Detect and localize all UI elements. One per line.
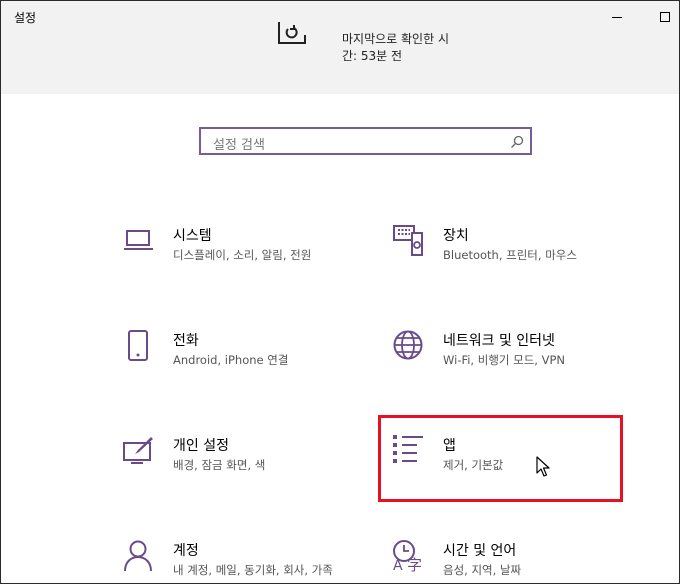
category-desc: 배경, 잠금 화면, 색 bbox=[173, 458, 266, 472]
category-accounts[interactable]: 계정 내 계정, 메일, 동기화, 회사, 가족 bbox=[123, 540, 373, 583]
category-label: 네트워크 및 인터넷 bbox=[443, 333, 555, 349]
globe-icon bbox=[393, 330, 423, 360]
update-status-line1: 마지막으로 확인한 시 bbox=[342, 32, 449, 46]
category-label: 전화 bbox=[173, 333, 199, 349]
update-banner: 설정 마지막으로 확인한 시 간: 53분 전 bbox=[1, 1, 679, 94]
category-label: 개인 설정 bbox=[173, 438, 229, 454]
category-system[interactable]: 시스템 디스플레이, 소리, 알림, 전원 bbox=[123, 225, 373, 285]
mouse-pointer-icon bbox=[536, 456, 550, 477]
window-title: 설정 bbox=[14, 11, 37, 25]
category-desc: Wi-Fi, 비행기 모드, VPN bbox=[443, 353, 566, 367]
update-icon bbox=[278, 22, 306, 44]
category-phone[interactable]: 전화 Android, iPhone 연결 bbox=[123, 330, 373, 390]
phone-icon bbox=[128, 330, 148, 361]
category-desc: Bluetooth, 프린터, 마우스 bbox=[443, 248, 577, 262]
category-label: 시스템 bbox=[173, 228, 212, 244]
category-label: 계정 bbox=[173, 543, 199, 559]
devices-icon bbox=[393, 225, 423, 256]
search-placeholder: 설정 검색 bbox=[213, 138, 265, 153]
annotation-highlight-box bbox=[378, 415, 623, 502]
category-desc: 내 계정, 메일, 동기화, 회사, 가족 bbox=[173, 563, 333, 577]
laptop-icon bbox=[124, 230, 153, 250]
category-desc: Android, iPhone 연결 bbox=[173, 353, 289, 367]
personalization-icon bbox=[123, 437, 153, 464]
category-label: 장치 bbox=[443, 228, 469, 244]
category-label: 시간 및 언어 bbox=[443, 543, 517, 559]
category-time-language[interactable]: A 字 시간 및 언어 음성, 지역, 날짜 bbox=[393, 540, 643, 583]
update-status-line2: 간: 53분 전 bbox=[342, 49, 403, 63]
category-desc: 음성, 지역, 날짜 bbox=[443, 563, 522, 577]
category-personalization[interactable]: 개인 설정 배경, 잠금 화면, 색 bbox=[123, 435, 373, 495]
category-devices[interactable]: 장치 Bluetooth, 프린터, 마우스 bbox=[393, 225, 643, 285]
category-network[interactable]: 네트워크 및 인터넷 Wi-Fi, 비행기 모드, VPN bbox=[393, 330, 643, 390]
search-input[interactable]: 설정 검색 bbox=[199, 127, 532, 155]
time-language-icon: A 字 bbox=[393, 540, 422, 572]
category-desc: 디스플레이, 소리, 알림, 전원 bbox=[173, 248, 312, 262]
search-icon[interactable] bbox=[510, 135, 524, 149]
maximize-button[interactable] bbox=[660, 12, 670, 22]
svg-text:字: 字 bbox=[407, 556, 422, 572]
settings-window: 설정 마지막으로 확인한 시 간: 53분 전 설정 검색 시스템 디스플레이,… bbox=[0, 0, 680, 584]
minimize-button[interactable] bbox=[612, 17, 622, 18]
svg-text:A: A bbox=[393, 558, 403, 572]
update-status: 마지막으로 확인한 시 간: 53분 전 bbox=[342, 31, 449, 65]
person-icon bbox=[124, 540, 152, 572]
